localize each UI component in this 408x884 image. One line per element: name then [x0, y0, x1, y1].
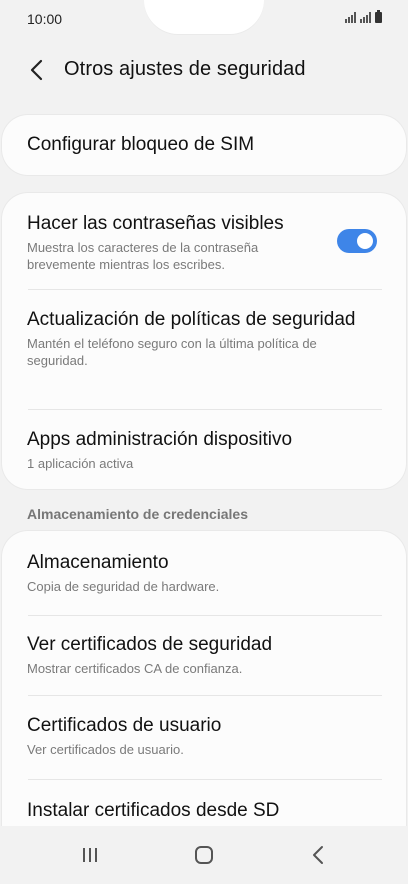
- security-policy-title: Actualización de políticas de seguridad: [27, 309, 356, 330]
- visible-passwords-title: Hacer las contraseñas visibles: [27, 213, 284, 234]
- view-certificates-subtitle: Mostrar certificados CA de confianza.: [27, 661, 243, 676]
- app-header: Otros ajustes de seguridad: [0, 46, 408, 96]
- status-time: 10:00: [27, 11, 63, 27]
- visible-passwords-item[interactable]: Hacer las contraseñas visibles Muestra l…: [27, 212, 316, 273]
- storage-subtitle: Copia de seguridad de hardware.: [27, 579, 220, 594]
- sim-lock-title: Configurar bloqueo de SIM: [27, 134, 255, 155]
- sim-lock-item[interactable]: Configurar bloqueo de SIM: [27, 133, 381, 157]
- recent-apps-icon[interactable]: [70, 840, 110, 870]
- view-certificates-title: Ver certificados de seguridad: [27, 634, 273, 655]
- install-certificates-item[interactable]: Instalar certificados desde SD: [27, 799, 381, 823]
- sim-lock-card: Configurar bloqueo de SIM: [2, 115, 406, 175]
- divider: [28, 615, 382, 616]
- status-bar: 10:00: [0, 0, 408, 38]
- security-policy-item[interactable]: Actualización de políticas de seguridad …: [27, 308, 381, 369]
- back-icon[interactable]: [298, 840, 338, 870]
- install-certificates-title: Instalar certificados desde SD: [27, 800, 280, 821]
- security-policy-subtitle: Mantén el teléfono seguro con la última …: [27, 336, 317, 368]
- camera-notch: [144, 0, 264, 34]
- chevron-left-icon[interactable]: [24, 56, 48, 84]
- device-admin-apps-item[interactable]: Apps administración dispositivo 1 aplica…: [27, 428, 381, 472]
- divider: [28, 289, 382, 290]
- view-certificates-item[interactable]: Ver certificados de seguridad Mostrar ce…: [27, 633, 381, 677]
- screen: 10:00 Otros ajustes de seguridad Configu…: [0, 0, 408, 884]
- storage-title: Almacenamiento: [27, 552, 169, 573]
- divider: [28, 409, 382, 410]
- navigation-bar: [0, 826, 408, 884]
- security-card: Hacer las contraseñas visibles Muestra l…: [2, 193, 406, 489]
- signal-icon: [345, 12, 356, 23]
- visible-passwords-subtitle: Muestra los caracteres de la contraseña …: [27, 240, 259, 272]
- signal-icon: [360, 12, 371, 23]
- page-title: Otros ajustes de seguridad: [64, 58, 306, 80]
- storage-item[interactable]: Almacenamiento Copia de seguridad de har…: [27, 551, 381, 595]
- device-admin-apps-title: Apps administración dispositivo: [27, 429, 293, 450]
- divider: [28, 695, 382, 696]
- visible-passwords-toggle[interactable]: [337, 229, 377, 253]
- device-admin-apps-subtitle: 1 aplicación activa: [27, 456, 134, 471]
- divider: [28, 779, 382, 780]
- battery-icon: [375, 10, 382, 23]
- status-icons: [345, 10, 382, 23]
- credentials-section-label: Almacenamiento de credenciales: [27, 506, 248, 522]
- home-icon[interactable]: [184, 840, 224, 870]
- user-certificates-subtitle: Ver certificados de usuario.: [27, 742, 184, 757]
- credentials-card: Almacenamiento Copia de seguridad de har…: [2, 531, 406, 841]
- user-certificates-item[interactable]: Certificados de usuario Ver certificados…: [27, 714, 381, 758]
- toggle-knob: [355, 231, 375, 251]
- user-certificates-title: Certificados de usuario: [27, 715, 222, 736]
